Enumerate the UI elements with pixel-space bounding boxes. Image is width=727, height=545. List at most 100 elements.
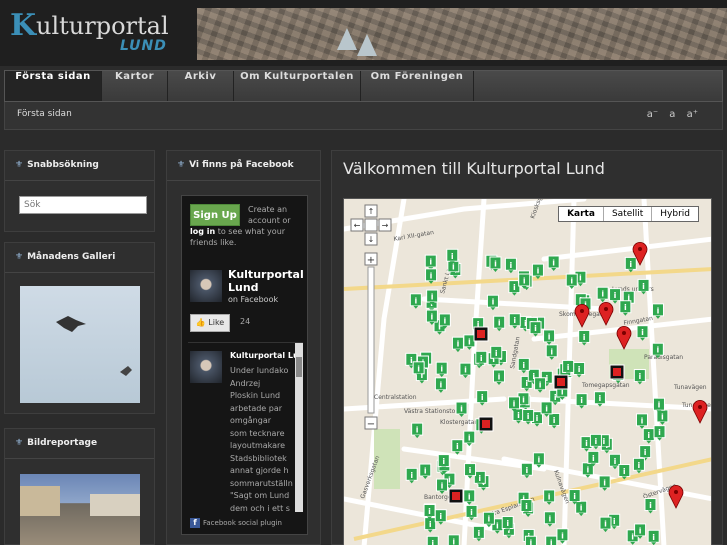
map-info-marker[interactable]: i (508, 313, 521, 329)
map-info-marker[interactable]: i (447, 534, 460, 545)
map-info-marker[interactable]: i (644, 498, 657, 514)
map-info-marker[interactable]: i (596, 286, 609, 303)
map-category-marker[interactable] (448, 488, 464, 504)
svg-text:i: i (498, 372, 501, 381)
photo-report-box: ⚜ Bildreportage (4, 428, 155, 545)
svg-text:i: i (613, 517, 616, 526)
map-type-karta[interactable]: Karta (559, 207, 604, 221)
map-info-marker[interactable]: i (543, 489, 556, 505)
map-info-marker[interactable]: i (635, 413, 648, 429)
map-info-marker[interactable]: i (651, 303, 664, 319)
map-info-marker[interactable]: i (633, 369, 646, 385)
map-info-marker[interactable]: i (451, 336, 464, 353)
facebook-login-link[interactable]: log in (190, 227, 215, 236)
map-canvas[interactable]: Karl XII-gatanKiosksgatanLunds universFi… (344, 199, 712, 545)
map-location-pin[interactable] (574, 303, 590, 328)
map-category-marker[interactable] (609, 364, 625, 380)
facebook-feed[interactable]: Kulturportal Lu Under lundako Andrzej Pl… (188, 342, 303, 512)
map-info-marker[interactable]: i (624, 256, 637, 273)
map-info-marker[interactable]: i (545, 344, 558, 360)
map-info-marker[interactable]: i (436, 478, 449, 495)
gallery-image[interactable] (20, 286, 140, 403)
svg-text:i: i (431, 313, 434, 322)
map-category-marker[interactable] (478, 416, 494, 432)
map-info-marker[interactable]: i (647, 529, 660, 545)
svg-text:i: i (457, 340, 460, 349)
map-info-marker[interactable]: i (493, 315, 506, 332)
site-logo[interactable]: K ulturportal LUND (10, 8, 180, 58)
map-info-marker[interactable]: i (619, 300, 632, 316)
map-info-marker[interactable]: i (547, 255, 560, 271)
map-info-marker[interactable]: i (565, 273, 578, 290)
svg-text:i: i (624, 303, 627, 312)
nav-item-om-kulturportalen[interactable]: Om Kulturportalen (234, 71, 361, 101)
search-input[interactable] (19, 196, 147, 214)
map-info-marker[interactable]: i (435, 361, 448, 378)
map-type-switcher[interactable]: Karta Satellit Hybrid (558, 206, 699, 222)
facebook-post-avatar[interactable] (190, 351, 222, 383)
map-type-hybrid[interactable]: Hybrid (652, 207, 698, 221)
map-info-marker[interactable]: i (636, 325, 649, 341)
map-info-marker[interactable]: i (578, 329, 591, 346)
map-info-marker[interactable]: i (545, 535, 558, 545)
map-info-marker[interactable]: i (486, 294, 499, 311)
culture-map[interactable]: Karl XII-gatan Kiosksgatan Lunds univers Fi… (343, 198, 712, 545)
facebook-plugin-label[interactable]: f Facebook social plugin (190, 518, 282, 528)
map-info-marker[interactable]: i (543, 329, 556, 345)
scrollbar-thumb[interactable] (296, 357, 302, 377)
map-info-marker[interactable]: i (534, 377, 547, 393)
map-info-marker[interactable]: i (492, 369, 505, 385)
font-size-controls[interactable]: a⁻ a a⁺ (647, 109, 698, 120)
map-category-marker[interactable] (473, 326, 489, 342)
map-info-marker[interactable]: i (476, 390, 489, 406)
map-info-marker[interactable]: i (419, 463, 432, 480)
map-location-pin[interactable] (598, 301, 614, 326)
facebook-signup-button[interactable]: Sign Up (190, 204, 240, 226)
map-info-marker[interactable]: i (425, 268, 438, 284)
map-info-marker[interactable]: i (575, 500, 588, 517)
nav-item-om-foreningen[interactable]: Om Föreningen (361, 71, 474, 101)
map-info-marker[interactable]: i (426, 535, 439, 545)
facebook-feed-scrollbar[interactable] (295, 343, 303, 512)
map-location-pin[interactable] (692, 399, 708, 424)
map-info-marker[interactable]: i (463, 430, 476, 447)
facebook-page-name[interactable]: Kulturportal Lund (228, 268, 304, 294)
map-info-marker[interactable]: i (548, 412, 561, 429)
map-info-marker[interactable]: i (642, 428, 655, 444)
map-info-marker[interactable]: i (424, 254, 437, 271)
map-info-marker[interactable]: i (524, 535, 537, 545)
map-info-marker[interactable]: i (609, 288, 622, 304)
map-info-marker[interactable]: i (434, 377, 447, 393)
facebook-page-avatar[interactable] (190, 270, 222, 302)
map-info-marker[interactable]: i (451, 439, 464, 455)
nav-item-kartor[interactable]: Kartor (102, 71, 168, 101)
map-category-marker[interactable] (553, 374, 569, 390)
map-info-marker[interactable]: i (409, 293, 422, 309)
map-info-marker[interactable]: i (598, 475, 611, 491)
thumbs-up-icon: 👍 (195, 318, 206, 327)
facebook-like-button[interactable]: 👍 Like (190, 314, 230, 332)
map-info-marker[interactable]: i (529, 321, 542, 337)
map-info-marker[interactable]: i (459, 362, 472, 379)
report-image[interactable] (20, 474, 140, 545)
nav-item-arkiv[interactable]: Arkiv (168, 71, 234, 101)
map-info-marker[interactable]: i (405, 467, 418, 484)
nav-item-forsta-sidan[interactable]: Första sidan (5, 71, 102, 101)
map-info-marker[interactable]: i (504, 257, 517, 274)
map-info-marker[interactable]: i (599, 516, 612, 533)
map-info-marker[interactable]: i (632, 457, 645, 474)
breadcrumb[interactable]: Första sidan (17, 109, 72, 119)
map-info-marker[interactable]: i (575, 393, 588, 409)
map-info-marker[interactable]: i (517, 357, 530, 374)
map-info-marker[interactable]: i (520, 462, 533, 479)
map-info-marker[interactable]: i (573, 362, 586, 378)
svg-text:i: i (429, 258, 432, 267)
facebook-post-title[interactable]: Kulturportal Lu (230, 351, 299, 360)
map-info-marker[interactable]: i (411, 422, 424, 439)
map-info-marker[interactable]: i (424, 517, 437, 533)
map-info-marker[interactable]: i (543, 511, 556, 527)
map-location-pin[interactable] (616, 325, 632, 350)
map-info-marker[interactable]: i (472, 525, 485, 542)
map-type-satellit[interactable]: Satellit (604, 207, 653, 221)
map-location-pin[interactable] (668, 484, 684, 509)
